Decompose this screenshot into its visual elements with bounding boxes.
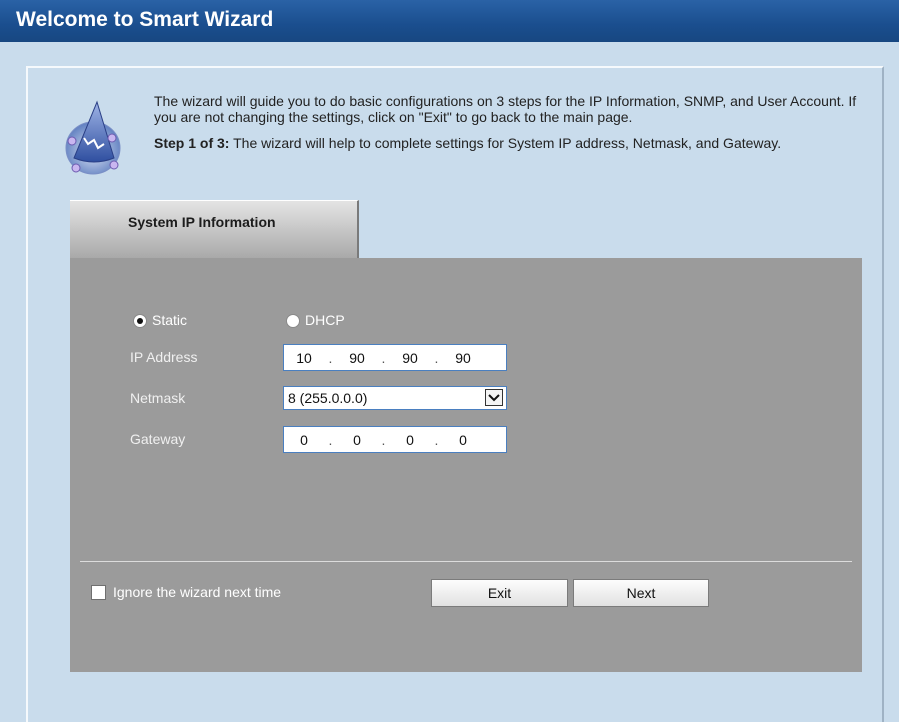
gateway-octet-2[interactable]: 0 [337,432,377,448]
gateway-octet-1[interactable]: 0 [284,432,324,448]
intro-paragraph: The wizard will guide you to do basic co… [154,93,857,125]
netmask-value: 8 (255.0.0.0) [288,390,368,406]
ip-octet-2[interactable]: 90 [337,350,377,366]
ip-address-field: 10 . 90 . 90 . 90 [283,344,507,371]
ip-octet-1[interactable]: 10 [284,350,324,366]
gateway-octet-4[interactable]: 0 [443,432,483,448]
ignore-wizard-label: Ignore the wizard next time [113,584,282,600]
intro-text: The wizard will guide you to do basic co… [154,93,866,161]
step-paragraph: Step 1 of 3: The wizard will help to com… [154,135,866,151]
gateway-label: Gateway [130,431,186,447]
ip-octet-4[interactable]: 90 [443,350,483,366]
tab-label: System IP Information [128,214,276,230]
static-radio[interactable] [133,314,147,328]
static-label: Static [152,312,188,328]
title-bar: Welcome to Smart Wizard [0,0,899,42]
ip-dot: . [381,349,386,366]
gateway-dot: . [328,431,333,448]
ip-dot: . [328,349,333,366]
footer-divider [80,561,852,562]
ip-octet-3[interactable]: 90 [390,350,430,366]
tab-content-panel [70,258,862,672]
dhcp-label: DHCP [305,312,345,328]
gateway-octet-3[interactable]: 0 [390,432,430,448]
exit-button[interactable]: Exit [431,579,568,607]
tab-system-ip-information[interactable]: System IP Information [70,200,359,259]
ip-dot: . [434,349,439,366]
chevron-down-icon[interactable] [485,389,503,406]
netmask-select[interactable]: 8 (255.0.0.0) [283,386,507,410]
step-text: The wizard will help to complete setting… [229,135,782,151]
wizard-hat-icon [64,98,122,176]
dhcp-radio[interactable] [286,314,300,328]
gateway-dot: . [381,431,386,448]
page-title: Welcome to Smart Wizard [16,8,274,31]
ignore-wizard-checkbox[interactable] [91,585,106,600]
step-label: Step 1 of 3: [154,135,230,151]
next-button[interactable]: Next [573,579,709,607]
netmask-label: Netmask [130,390,186,406]
ip-address-label: IP Address [130,349,198,365]
gateway-dot: . [434,431,439,448]
gateway-field: 0 . 0 . 0 . 0 [283,426,507,453]
